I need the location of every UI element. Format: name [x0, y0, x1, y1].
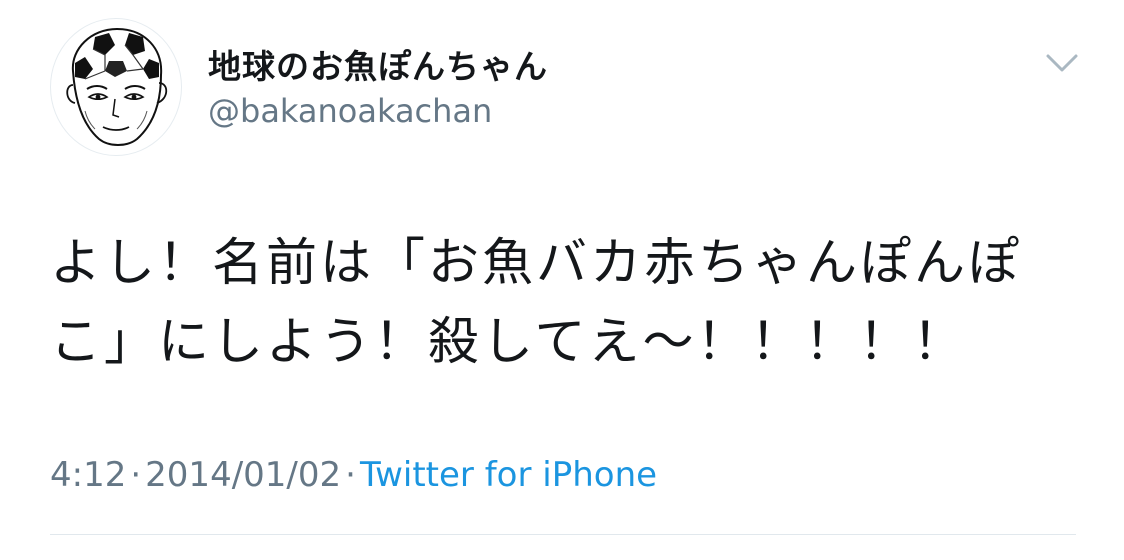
meta-separator: · [345, 455, 356, 495]
tweet-metadata: 4:12 · 2014/01/02 · Twitter for iPhone [50, 455, 657, 495]
avatar-portrait-icon [66, 27, 168, 146]
author-avatar[interactable] [50, 18, 182, 156]
chevron-down-icon[interactable] [1042, 48, 1082, 78]
divider [50, 534, 1076, 535]
tweet-source-link[interactable]: Twitter for iPhone [360, 455, 657, 495]
tweet-time[interactable]: 4:12 [50, 455, 126, 495]
tweet-text: よし！名前は「お魚バカ赤ちゃんぽんぽ こ」にしよう！殺してえ〜！！！！！ [50, 234, 1023, 372]
author-display-name[interactable]: 地球のお魚ぽんちゃん [208, 40, 548, 88]
meta-separator: · [130, 455, 142, 495]
tweet-date[interactable]: 2014/01/02 [145, 455, 341, 495]
tweet-card: 地球のお魚ぽんちゃん @bakanoakachan よし！名前は「お魚バカ赤ちゃ… [0, 0, 1124, 560]
author-handle[interactable]: @bakanoakachan [208, 92, 492, 130]
